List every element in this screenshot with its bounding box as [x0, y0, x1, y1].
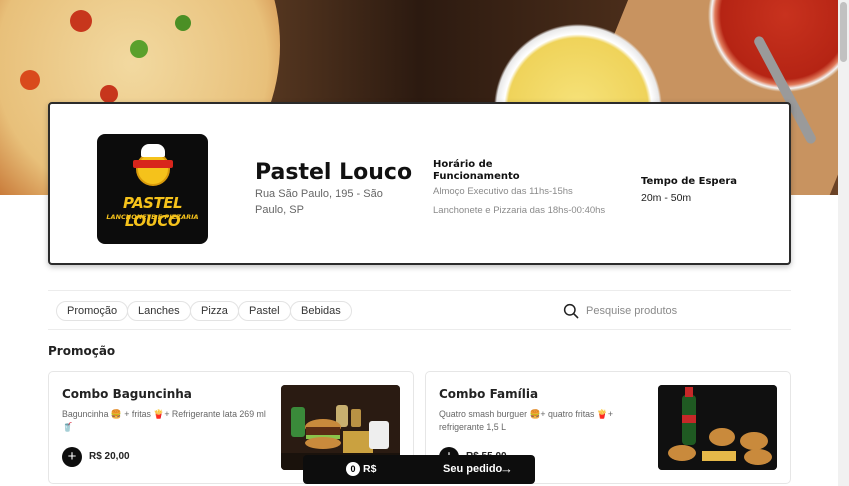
pepper-slice: [130, 40, 148, 58]
your-order-button[interactable]: Seu pedido: [443, 463, 502, 475]
chef-hat-icon: [141, 144, 165, 157]
order-count-badge: 0: [346, 462, 360, 476]
category-chip-pastel[interactable]: Pastel: [238, 301, 291, 321]
category-chip-promocao[interactable]: Promoção: [56, 301, 129, 321]
product-price: R$ 20,00: [89, 451, 130, 462]
search-input[interactable]: [586, 302, 786, 320]
pepper-slice: [175, 15, 191, 31]
hours-line: Lanchonete e Pizzaria das 18hs-00:40hs: [433, 205, 606, 216]
store-address: Rua São Paulo, 195 - São Paulo, SP: [255, 188, 383, 216]
store-name: Pastel Louco: [255, 160, 413, 185]
scrollbar-track[interactable]: [838, 0, 849, 486]
order-bar[interactable]: 0 R$ Seu pedido →: [303, 455, 535, 484]
wait-time-value: 20m - 50m: [641, 192, 692, 204]
product-description: Baguncinha 🍔 + fritas 🍟+ Refrigerante la…: [62, 409, 266, 432]
product-description: Quatro smash burguer 🍔+ quatro fritas 🍟+…: [439, 409, 613, 432]
section-title: Promoção: [48, 344, 116, 358]
order-total: R$: [363, 463, 377, 475]
arrow-right-icon: →: [500, 461, 513, 476]
category-bar: Promoção Lanches Pizza Pastel Bebidas: [48, 290, 791, 330]
logo-subtitle: LANCHONETE E PIZZARIA: [106, 213, 199, 221]
search-icon[interactable]: [563, 303, 579, 319]
product-name: Combo Família: [439, 387, 539, 401]
scrollbar-thumb[interactable]: [840, 2, 847, 62]
hours-line: Almoço Executivo das 11hs-15hs: [433, 186, 573, 197]
category-chip-pizza[interactable]: Pizza: [190, 301, 239, 321]
store-logo: PASTEL LOUCO LANCHONETE E PIZZARIA: [97, 134, 208, 244]
product-name: Combo Baguncinha: [62, 387, 192, 401]
hours-title: Horário de Funcionamento: [433, 159, 520, 182]
pepper-slice: [70, 10, 92, 32]
pepper-slice: [20, 70, 40, 90]
product-image: [658, 385, 777, 470]
add-to-cart-button[interactable]: +: [62, 447, 82, 467]
logo-title: PASTEL LOUCO: [122, 194, 183, 230]
category-chip-bebidas[interactable]: Bebidas: [290, 301, 352, 321]
store-info-card: PASTEL LOUCO LANCHONETE E PIZZARIA Paste…: [48, 102, 791, 265]
pepper-slice: [100, 85, 118, 103]
wait-time-title: Tempo de Espera: [641, 176, 738, 187]
combo-familia-photo: [658, 385, 777, 470]
chef-mascot-icon: [136, 152, 170, 186]
logo-ribbon: [133, 160, 173, 168]
category-chip-lanches[interactable]: Lanches: [127, 301, 191, 321]
